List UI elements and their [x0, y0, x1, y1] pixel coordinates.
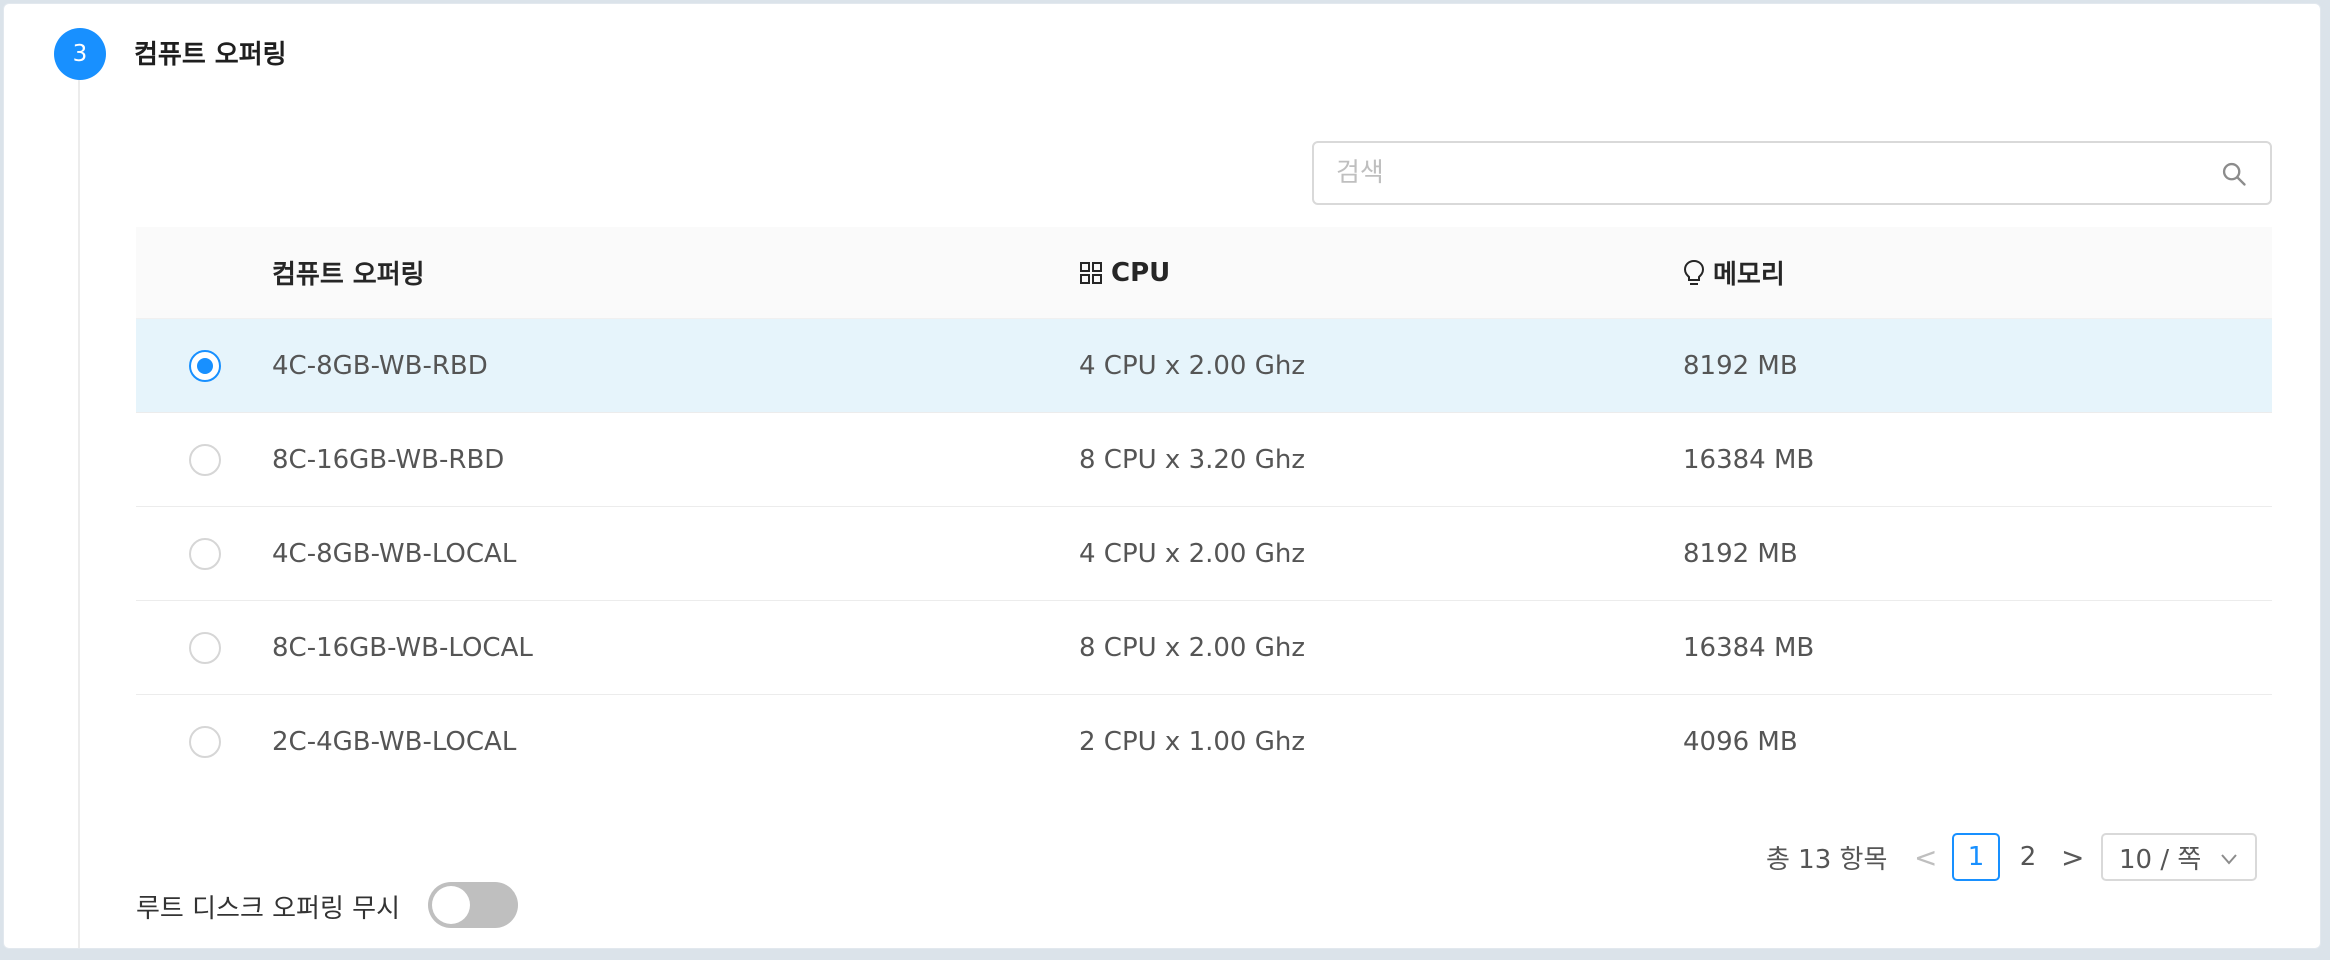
root-disk-override-label: 루트 디스크 오퍼링 무시	[136, 894, 400, 924]
table-row[interactable]: 4C-8GB-WB-LOCAL 4 CPU x 2.00 Ghz 8192 MB	[136, 507, 2272, 601]
offering-name: 4C-8GB-WB-RBD	[272, 350, 488, 381]
offering-name: 8C-16GB-WB-LOCAL	[272, 632, 533, 663]
bulb-icon	[1683, 259, 1705, 285]
column-header-cpu[interactable]: CPU	[1079, 258, 1683, 288]
row-radio[interactable]	[189, 349, 221, 382]
search-input[interactable]	[1314, 143, 2164, 203]
pagination-prev-button[interactable]: <	[1914, 832, 1937, 882]
offering-memory: 4096 MB	[1683, 727, 1798, 757]
table-row[interactable]: 8C-16GB-WB-RBD 8 CPU x 3.20 Ghz 16384 MB	[136, 413, 2272, 507]
row-radio[interactable]	[189, 726, 221, 758]
offering-cpu: 4 CPU x 2.00 Ghz	[1079, 538, 1306, 569]
offering-cpu: 4 CPU x 2.00 Ghz	[1079, 350, 1306, 381]
column-header-memory-label: 메모리	[1713, 260, 1785, 290]
offering-memory: 16384 MB	[1683, 632, 1815, 663]
search-icon[interactable]	[2220, 160, 2248, 188]
page-size-value: 10 / 쪽	[2119, 844, 2202, 875]
grid-icon	[1080, 261, 1102, 284]
toggle-knob	[432, 886, 470, 924]
column-header-memory[interactable]: 메모리	[1683, 254, 2272, 291]
pagination-next-button[interactable]: >	[2061, 832, 2084, 882]
offering-memory: 8192 MB	[1683, 350, 1798, 381]
offering-name: 8C-16GB-WB-RBD	[272, 444, 505, 475]
table-row[interactable]: 8C-16GB-WB-LOCAL 8 CPU x 2.00 Ghz 16384 …	[136, 601, 2272, 695]
step-title: 컴퓨트 오퍼링	[134, 40, 287, 70]
pagination-page-2[interactable]: 2	[2004, 833, 2052, 881]
column-header-cpu-label: CPU	[1111, 257, 1171, 288]
page-size-select[interactable]: 10 / 쪽	[2101, 833, 2257, 881]
pagination-page-1[interactable]: 1	[1952, 833, 2000, 881]
table-row[interactable]: 2C-4GB-WB-LOCAL 2 CPU x 1.00 Ghz 4096 MB	[136, 695, 2272, 789]
offering-cpu: 8 CPU x 2.00 Ghz	[1079, 632, 1306, 663]
root-disk-override-toggle[interactable]	[428, 882, 518, 928]
offering-cpu: 8 CPU x 3.20 Ghz	[1079, 444, 1306, 475]
offering-table: 컴퓨트 오퍼링 CPU 메모리 4C-8GB-WB-RBD 4 CPU x 2.…	[136, 227, 2272, 789]
offering-name: 2C-4GB-WB-LOCAL	[272, 727, 517, 757]
column-header-name[interactable]: 컴퓨트 오퍼링	[272, 254, 1079, 291]
step-number-badge: 3	[54, 28, 106, 80]
row-radio[interactable]	[189, 443, 221, 476]
offering-memory: 16384 MB	[1683, 444, 1815, 475]
row-radio[interactable]	[189, 537, 221, 570]
pagination-total: 총 13 항목	[1766, 844, 1888, 875]
table-header: 컴퓨트 오퍼링 CPU 메모리	[136, 227, 2272, 319]
step-connector-line	[78, 74, 80, 948]
compute-offering-panel: 3 컴퓨트 오퍼링 컴퓨트 오퍼링 CPU	[3, 3, 2321, 949]
chevron-down-icon	[2221, 854, 2237, 865]
offering-cpu: 2 CPU x 1.00 Ghz	[1079, 727, 1306, 757]
table-row[interactable]: 4C-8GB-WB-RBD 4 CPU x 2.00 Ghz 8192 MB	[136, 319, 2272, 413]
offering-memory: 8192 MB	[1683, 538, 1798, 569]
offering-name: 4C-8GB-WB-LOCAL	[272, 538, 517, 569]
search-box[interactable]	[1312, 141, 2272, 205]
row-radio[interactable]	[189, 631, 221, 664]
